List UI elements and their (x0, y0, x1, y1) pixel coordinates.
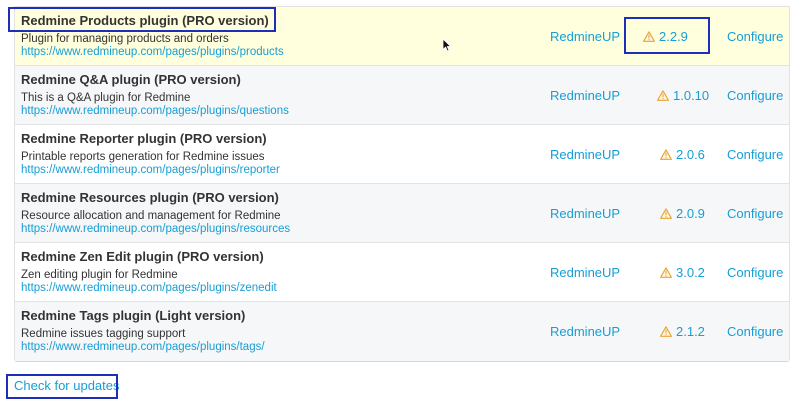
plugin-version-link[interactable]: 3.0.2 (660, 265, 705, 280)
plugin-row: Redmine Zen Edit plugin (PRO version) Ze… (15, 243, 789, 302)
warning-triangle-icon (660, 326, 672, 337)
plugin-row: Redmine Q&A plugin (PRO version) This is… (15, 66, 789, 125)
warning-triangle-icon (657, 90, 669, 101)
plugin-version-link[interactable]: 2.0.9 (660, 206, 705, 221)
check-for-updates-link[interactable]: Check for updates (14, 378, 120, 393)
plugin-row: Redmine Reporter plugin (PRO version) Pr… (15, 125, 789, 184)
plugin-version: 3.0.2 (676, 265, 705, 280)
plugin-name: Redmine Products plugin (PRO version) (21, 13, 269, 28)
plugin-description: Zen editing plugin for Redmine (21, 269, 178, 281)
plugin-version: 1.0.10 (673, 88, 710, 103)
warning-triangle-icon (660, 267, 672, 278)
plugin-url-link[interactable]: https://www.redmineup.com/pages/plugins/… (21, 164, 280, 176)
plugin-author-link[interactable]: RedmineUP (550, 265, 620, 280)
plugin-author-link[interactable]: RedmineUP (550, 29, 620, 44)
plugin-url-link[interactable]: https://www.redmineup.com/pages/plugins/… (21, 223, 290, 235)
plugin-version-link[interactable]: 1.0.10 (657, 88, 709, 103)
plugin-name: Redmine Zen Edit plugin (PRO version) (21, 249, 264, 264)
configure-link[interactable]: Configure (727, 206, 783, 221)
configure-link[interactable]: Configure (727, 324, 783, 339)
plugin-row: Redmine Products plugin (PRO version) Pl… (15, 7, 789, 66)
warning-triangle-icon (660, 208, 672, 219)
warning-triangle-icon (660, 149, 672, 160)
configure-link[interactable]: Configure (727, 88, 783, 103)
plugin-description: Printable reports generation for Redmine… (21, 151, 265, 163)
plugin-author-link[interactable]: RedmineUP (550, 147, 620, 162)
plugin-version: 2.0.9 (676, 206, 705, 221)
plugin-name: Redmine Reporter plugin (PRO version) (21, 131, 267, 146)
plugin-version-link[interactable]: 2.0.6 (660, 147, 705, 162)
configure-link[interactable]: Configure (727, 147, 783, 162)
plugin-name: Redmine Resources plugin (PRO version) (21, 190, 279, 205)
warning-triangle-icon (643, 31, 655, 42)
plugin-row: Redmine Tags plugin (Light version) Redm… (15, 302, 789, 361)
plugin-url-link[interactable]: https://www.redmineup.com/pages/plugins/… (21, 105, 289, 117)
mouse-pointer-icon (442, 38, 451, 52)
plugin-author-link[interactable]: RedmineUP (550, 88, 620, 103)
plugin-description: Redmine issues tagging support (21, 328, 186, 340)
plugin-version: 2.0.6 (676, 147, 705, 162)
plugin-description: This is a Q&A plugin for Redmine (21, 92, 191, 104)
plugin-author-link[interactable]: RedmineUP (550, 324, 620, 339)
plugins-table: Redmine Products plugin (PRO version) Pl… (14, 6, 790, 362)
configure-link[interactable]: Configure (727, 265, 783, 280)
plugin-version-link[interactable]: 2.2.9 (643, 29, 688, 44)
plugin-name: Redmine Q&A plugin (PRO version) (21, 72, 241, 87)
plugin-version: 2.1.2 (676, 324, 705, 339)
plugin-author-link[interactable]: RedmineUP (550, 206, 620, 221)
plugin-url-link[interactable]: https://www.redmineup.com/pages/plugins/… (21, 341, 265, 353)
plugin-row: Redmine Resources plugin (PRO version) R… (15, 184, 789, 243)
plugin-version: 2.2.9 (659, 29, 688, 44)
plugin-description: Plugin for managing products and orders (21, 33, 229, 45)
plugin-description: Resource allocation and management for R… (21, 210, 281, 222)
plugin-name: Redmine Tags plugin (Light version) (21, 308, 246, 323)
plugin-url-link[interactable]: https://www.redmineup.com/pages/plugins/… (21, 46, 284, 58)
plugin-url-link[interactable]: https://www.redmineup.com/pages/plugins/… (21, 282, 277, 294)
plugin-version-link[interactable]: 2.1.2 (660, 324, 705, 339)
configure-link[interactable]: Configure (727, 29, 783, 44)
